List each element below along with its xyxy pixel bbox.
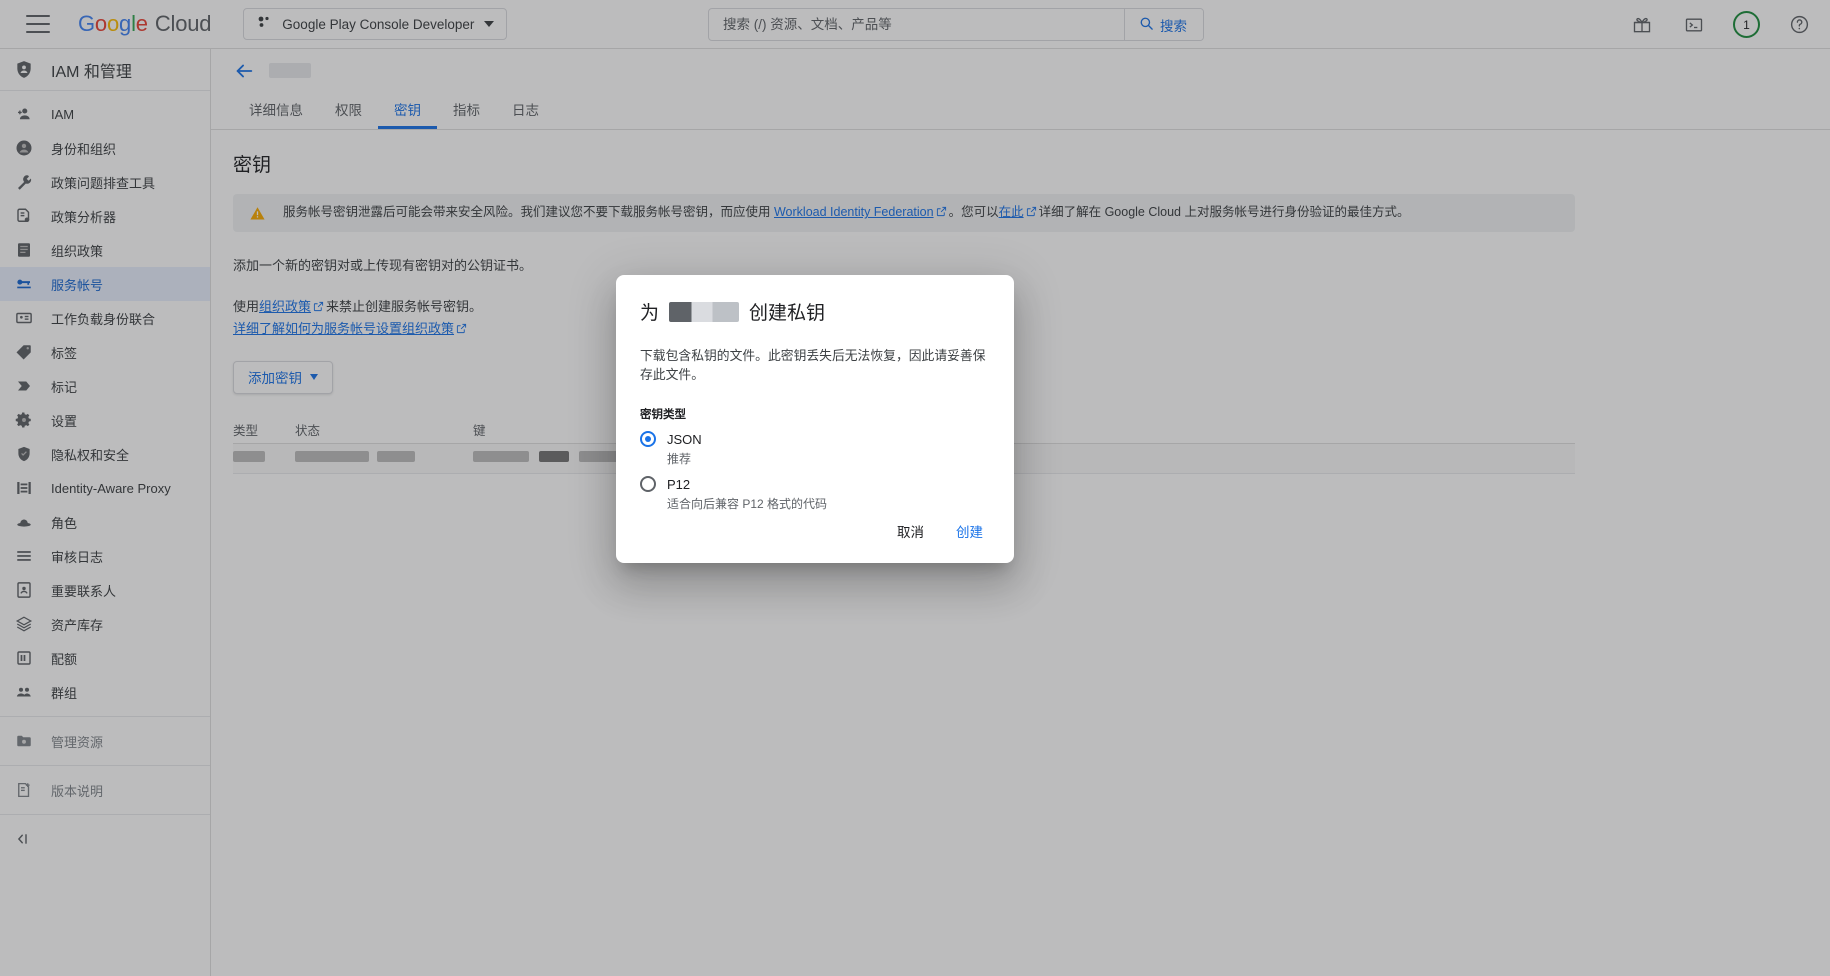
radio-json-icon[interactable] <box>640 431 656 448</box>
radio-p12-sublabel: 适合向后兼容 P12 格式的代码 <box>667 497 828 512</box>
radio-p12-icon[interactable] <box>640 476 656 493</box>
cancel-button[interactable]: 取消 <box>886 515 935 547</box>
create-button[interactable]: 创建 <box>945 515 994 547</box>
dialog-actions: 取消 创建 <box>886 515 994 547</box>
dialog-title-prefix: 为 <box>640 303 660 324</box>
radio-option-json[interactable]: JSON <box>640 431 990 448</box>
radio-json-sublabel: 推荐 <box>667 452 692 467</box>
radio-option-p12[interactable]: P12 <box>640 476 990 493</box>
key-type-label: 密钥类型 <box>640 409 686 422</box>
radio-json-label[interactable]: JSON <box>667 432 702 447</box>
dialog-description: 下载包含私钥的文件。此密钥丢失后无法恢复，因此请妥善保存此文件。 <box>640 348 986 383</box>
app-root: Google Cloud Google Play Console Develop… <box>0 0 1830 976</box>
dialog-title-suffix: 创建私钥 <box>749 303 826 324</box>
redacted-service-account-name <box>669 301 740 322</box>
radio-p12-label[interactable]: P12 <box>667 477 690 492</box>
dialog-title: 为 创建私钥 <box>640 298 990 325</box>
create-private-key-dialog: 为 创建私钥 下载包含私钥的文件。此密钥丢失后无法恢复，因此请妥善保存此文件。 … <box>616 275 1014 563</box>
